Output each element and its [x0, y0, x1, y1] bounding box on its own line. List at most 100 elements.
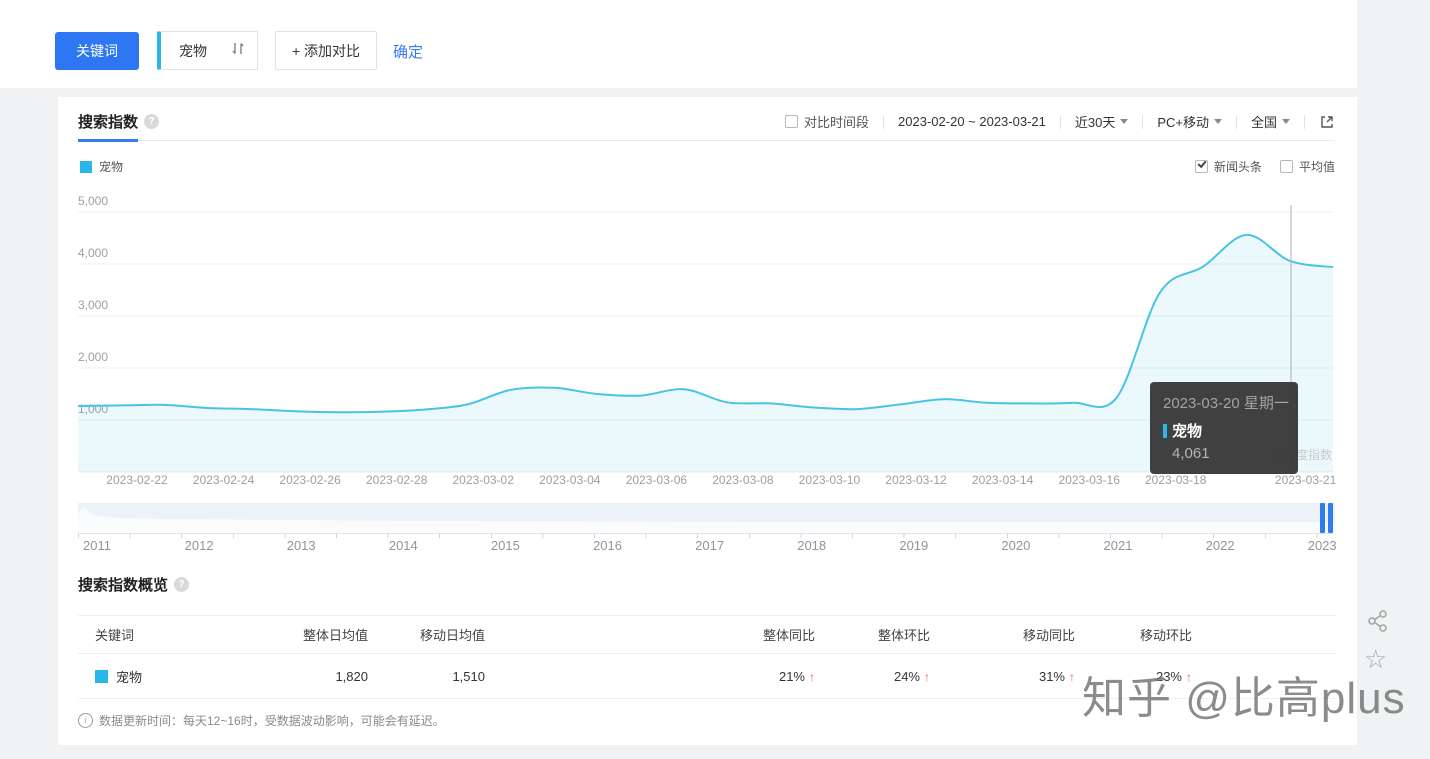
col-mobile-daily-avg: 移动日均值 [419, 628, 485, 643]
tooltip-series-swatch [1163, 423, 1167, 438]
row-overall-yoy: 21% ↑ [778, 668, 815, 684]
col-overall-mom: 整体环比 [877, 628, 930, 643]
x-axis-label: 2023-03-16 [1059, 473, 1121, 487]
favorite-star-icon[interactable]: ☆ [1364, 644, 1387, 675]
add-compare-button[interactable]: + 添加对比 [275, 31, 377, 70]
caret-down-icon [1282, 119, 1290, 124]
slider-year-label: 2017 [695, 538, 725, 553]
share-icon[interactable] [1365, 608, 1391, 639]
y-axis-label: 3,000 [78, 298, 108, 312]
slider-year-label: 2019 [899, 538, 929, 553]
news-headlines-checkbox[interactable]: 新闻头条 [1194, 158, 1262, 175]
divider [1142, 114, 1144, 129]
help-icon[interactable] [144, 114, 160, 129]
device-value: PC+移动 [1157, 115, 1209, 130]
export-icon[interactable] [1319, 114, 1335, 130]
slider-year-label: 2016 [593, 538, 622, 553]
x-axis-label: 2023-03-12 [885, 473, 947, 487]
confirm-link[interactable]: 确定 [393, 41, 423, 62]
legend-label: 宠物 [99, 160, 124, 174]
keyword-value: 宠物 [179, 42, 207, 59]
row-mobile-avg: 1,510 [452, 668, 485, 684]
time-range-dropdown[interactable]: 近30天 [1074, 112, 1129, 131]
checkbox-icon[interactable] [1279, 160, 1293, 173]
col-mobile-yoy: 移动同比 [1022, 628, 1075, 643]
row-overall-mom: 24% ↑ [893, 668, 930, 684]
divider [1059, 114, 1061, 129]
slider-year-label: 2013 [286, 538, 316, 553]
caret-down-icon [1213, 119, 1222, 124]
slider-year-label: 2023 [1307, 538, 1337, 553]
help-icon[interactable] [174, 577, 190, 592]
col-overall-daily-avg: 整体日均值 [302, 628, 368, 643]
slider-year-label: 2018 [797, 538, 827, 553]
tab-search-index[interactable]: 搜索指数 [78, 111, 138, 132]
up-arrow-icon: ↑ [1186, 669, 1192, 684]
compare-period-label: 对比时间段 [804, 115, 870, 130]
chart-tooltip: 2023-03-20 星期一 宠物 4,061 [1150, 382, 1298, 474]
slider-year-label: 2022 [1205, 538, 1235, 553]
x-axis-label: 2023-03-14 [972, 473, 1034, 487]
timeline-slider[interactable] [78, 503, 1335, 534]
x-axis-label: 2023-03-04 [539, 473, 601, 487]
table-header-row: 关键词 整体日均值 移动日均值 整体同比 整体环比 移动同比 移动环比 [78, 615, 1337, 654]
slider-year-label: 2014 [388, 538, 418, 553]
caret-down-icon [1120, 119, 1129, 124]
keyword-button[interactable]: 关键词 [55, 32, 139, 70]
side-action-bar: ☆ [1357, 0, 1430, 759]
x-axis-label: 2023-02-22 [106, 473, 168, 487]
time-range-value: 近30天 [1074, 115, 1116, 130]
sort-arrows-icon[interactable] [231, 41, 245, 61]
x-axis-label: 2023-03-21 [1275, 473, 1337, 487]
slider-year-label: 2011 [83, 538, 111, 553]
baidu-index-page: 关键词 宠物 + 添加对比 确定 搜索指数 对比 [0, 0, 1430, 759]
info-icon [78, 713, 93, 728]
row-keyword[interactable]: 宠物 [116, 667, 142, 686]
row-color-swatch [95, 669, 108, 683]
y-axis-label: 2,000 [78, 350, 108, 364]
region-value: 全国 [1250, 115, 1277, 130]
slider-year-label: 2012 [184, 538, 214, 553]
slider-year-label: 2021 [1103, 538, 1133, 553]
divider [1235, 114, 1237, 129]
slider-year-label: 2020 [1001, 538, 1031, 553]
y-axis-label: 4,000 [78, 246, 108, 260]
x-axis-label: 2023-03-10 [799, 473, 861, 487]
device-dropdown[interactable]: PC+移动 [1157, 112, 1222, 131]
series-legend[interactable]: 宠物 [80, 158, 123, 175]
checkbox-icon[interactable] [785, 115, 799, 128]
average-value-checkbox[interactable]: 平均值 [1279, 158, 1335, 175]
date-range[interactable]: 2023-02-20 ~ 2023-03-21 [898, 114, 1046, 129]
keyword-input[interactable]: 宠物 [157, 31, 258, 70]
x-axis-label: 2023-03-08 [712, 473, 774, 487]
panel-header: 搜索指数 对比时间段 2023-02-20 ~ 2023-03-21 近30天 [78, 103, 1335, 142]
overview-title: 搜索指数概览 [78, 577, 169, 594]
row-overall-avg: 1,820 [335, 668, 368, 684]
top-toolbar: 关键词 宠物 + 添加对比 确定 [0, 0, 1357, 88]
area-fill [78, 234, 1333, 472]
x-axis-label: 2023-02-26 [279, 473, 341, 487]
active-tab-underline [78, 139, 138, 142]
divider [1304, 114, 1305, 129]
tooltip-date: 2023-03-20 星期一 [1163, 395, 1289, 412]
news-headlines-label: 新闻头条 [1213, 160, 1262, 174]
tooltip-series-name: 宠物 [1172, 423, 1203, 440]
region-dropdown[interactable]: 全国 [1251, 112, 1290, 131]
slider-year-axis: 2011 2012 2013 2014 2015 2016 2017 2018 2019 2020… [78, 538, 1337, 553]
row-mobile-mom: 23% ↑ [1155, 668, 1192, 684]
col-keyword: 关键词 [95, 628, 135, 643]
table-row: 宠物 1,820 1,510 21% ↑ 24% ↑ 31% ↑ 23% ↑ [78, 654, 1337, 699]
col-mobile-mom: 移动环比 [1139, 628, 1192, 643]
slider-year-label: 2015 [490, 538, 520, 553]
compare-period-checkbox[interactable]: 对比时间段 [785, 112, 869, 131]
slider-left-handle[interactable] [1320, 503, 1325, 533]
col-overall-yoy: 整体同比 [762, 628, 815, 643]
tooltip-value: 4,061 [1172, 445, 1210, 462]
checkbox-checked-icon[interactable] [1194, 160, 1208, 173]
x-axis-label: 2023-02-24 [193, 473, 255, 487]
data-update-note: 数据更新时间：每天12~16时，受数据波动影响，可能会有延迟。 [78, 712, 1337, 729]
x-axis-label: 2023-03-18 [1145, 473, 1207, 487]
slider-right-handle[interactable] [1328, 503, 1333, 533]
y-axis-label: 5,000 [78, 194, 108, 208]
x-axis-label: 2023-03-02 [453, 473, 515, 487]
